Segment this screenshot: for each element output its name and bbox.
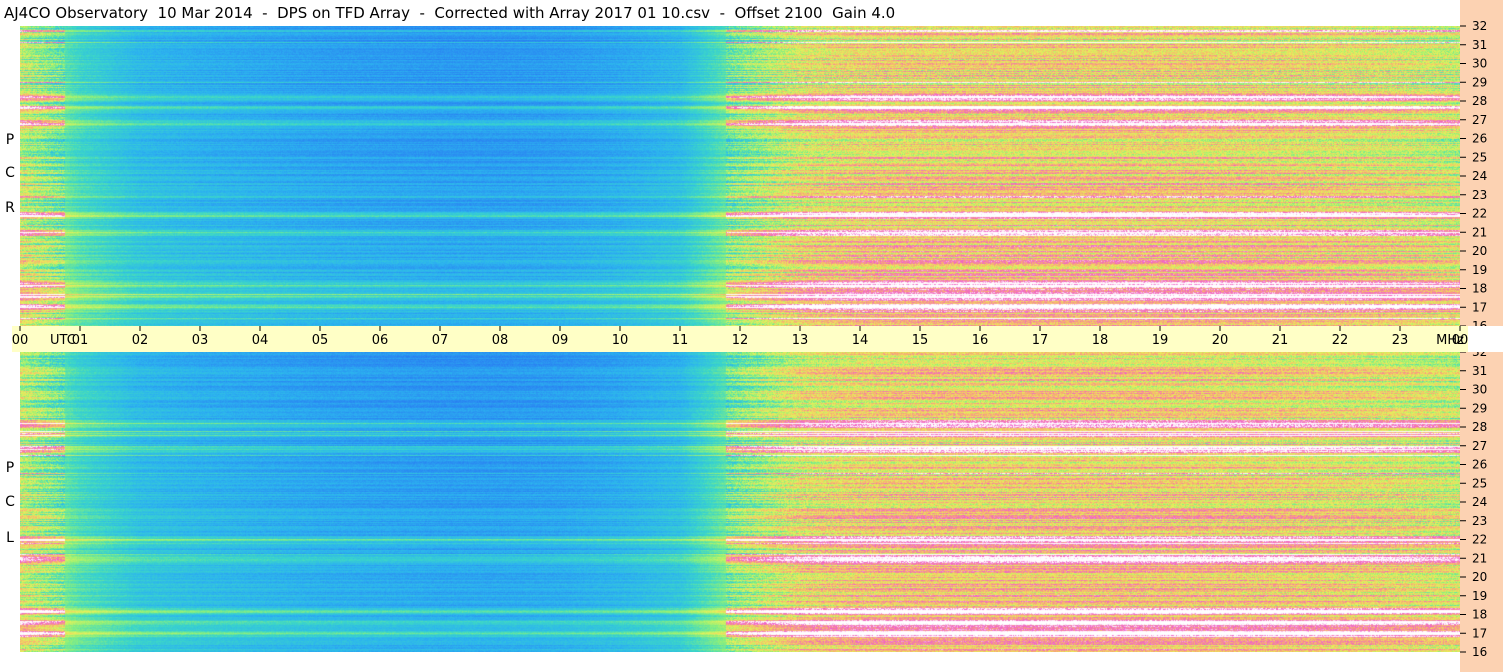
lcp-freq-label-16: 16 — [1472, 645, 1487, 659]
lcp-freq-label-25: 25 — [1472, 476, 1487, 490]
rcp-freq-label-29: 29 — [1472, 75, 1487, 89]
utc-tick-label-5: 05 — [312, 333, 329, 348]
rcp-label: R C P — [0, 120, 20, 230]
utc-tick-label-11: 11 — [672, 333, 689, 348]
rcp-freq-label-23: 23 — [1472, 188, 1487, 202]
utc-unit-label: UTC — [50, 333, 76, 348]
utc-tick-label-10: 10 — [612, 333, 629, 348]
utc-tick-label-0: 00 — [12, 333, 28, 348]
rcp-heatmap — [20, 26, 1460, 326]
lcp-freq-label-23: 23 — [1472, 514, 1487, 528]
rcp-frequency-axis: 32 31 30 29 28 27 26 25 24 23 22 21 20 19 18 17 16 — [1460, 0, 1503, 326]
lcp-label-p: P — [5, 460, 15, 476]
lcp-freq-label-20: 20 — [1472, 570, 1487, 584]
rcp-freq-label-17: 17 — [1472, 300, 1487, 314]
rcp-freq-label-18: 18 — [1472, 282, 1487, 296]
lcp-freq-label-27: 27 — [1472, 439, 1487, 453]
rcp-freq-label-24: 24 — [1472, 169, 1487, 183]
lcp-frequency-axis: 32 31 30 29 28 27 26 25 24 23 22 21 20 19 18 17 16 — [1460, 352, 1503, 672]
rcp-freq-label-31: 31 — [1472, 38, 1487, 52]
utc-tick-label-8: 08 — [492, 333, 509, 348]
lcp-spectrogram — [20, 352, 1460, 652]
utc-tick-label-6: 06 — [372, 333, 389, 348]
utc-tick-label-22: 22 — [1332, 333, 1349, 348]
utc-time-axis: 00 01 02 03 04 05 06 07 08 09 10 11 12 13 14 15 16 17 18 19… — [12, 326, 1468, 352]
rcp-freq-label-25: 25 — [1472, 150, 1487, 164]
lcp-freq-label-19: 19 — [1472, 589, 1487, 603]
utc-tick-label-21: 21 — [1272, 333, 1289, 348]
rcp-frequency-tick-layer: 32 31 30 29 28 27 26 25 24 23 22 21 20 19 18 17 16 — [1460, 19, 1487, 326]
rcp-freq-label-30: 30 — [1472, 57, 1487, 71]
frequency-unit-label: MHz — [1436, 333, 1464, 348]
utc-tick-layer: 00 01 02 03 04 05 06 07 08 09 10 11 12 13 14 15 16 17 18 19… — [12, 326, 1468, 348]
lcp-label-c: C — [5, 494, 15, 510]
rcp-spectrogram — [20, 26, 1460, 326]
utc-tick-label-13: 13 — [792, 333, 809, 348]
rcp-label-r: R — [5, 200, 15, 216]
utc-tick-label-12: 12 — [732, 333, 749, 348]
utc-tick-label-14: 14 — [852, 333, 869, 348]
lcp-freq-label-30: 30 — [1472, 383, 1487, 397]
utc-tick-label-9: 09 — [552, 333, 569, 348]
utc-tick-label-18: 18 — [1092, 333, 1109, 348]
rcp-freq-label-28: 28 — [1472, 94, 1487, 108]
rcp-freq-label-26: 26 — [1472, 132, 1487, 146]
rcp-freq-label-16: 16 — [1472, 319, 1487, 326]
lcp-label: L C P — [0, 456, 20, 566]
utc-tick-label-16: 16 — [972, 333, 989, 348]
lcp-freq-label-18: 18 — [1472, 608, 1487, 622]
utc-tick-label-20: 20 — [1212, 333, 1229, 348]
utc-tick-label-4: 04 — [252, 333, 269, 348]
utc-tick-label-3: 03 — [192, 333, 209, 348]
utc-tick-label-17: 17 — [1032, 333, 1049, 348]
rcp-freq-label-21: 21 — [1472, 225, 1487, 239]
lcp-freq-label-21: 21 — [1472, 551, 1487, 565]
rcp-freq-label-19: 19 — [1472, 263, 1487, 277]
lcp-heatmap — [20, 352, 1460, 652]
rcp-freq-label-32: 32 — [1472, 19, 1487, 33]
rcp-label-p: P — [5, 132, 15, 148]
utc-tick-label-23: 23 — [1392, 333, 1409, 348]
lcp-freq-label-28: 28 — [1472, 420, 1487, 434]
utc-tick-label-2: 02 — [132, 333, 149, 348]
lcp-freq-label-26: 26 — [1472, 458, 1487, 472]
lcp-freq-label-31: 31 — [1472, 364, 1487, 378]
rcp-freq-label-27: 27 — [1472, 113, 1487, 127]
lcp-freq-label-24: 24 — [1472, 495, 1487, 509]
lcp-freq-label-32: 32 — [1472, 352, 1487, 359]
lcp-label-l: L — [6, 530, 14, 546]
lcp-frequency-tick-layer: 32 31 30 29 28 27 26 25 24 23 22 21 20 19 18 17 16 — [1460, 352, 1487, 659]
lcp-freq-label-29: 29 — [1472, 401, 1487, 415]
utc-tick-label-15: 15 — [912, 333, 929, 348]
lcp-freq-label-17: 17 — [1472, 626, 1487, 640]
rcp-freq-label-22: 22 — [1472, 207, 1487, 221]
lcp-freq-label-22: 22 — [1472, 533, 1487, 547]
utc-tick-label-7: 07 — [432, 333, 449, 348]
rcp-freq-label-20: 20 — [1472, 244, 1487, 258]
rcp-label-c: C — [5, 165, 15, 181]
utc-tick-label-19: 19 — [1152, 333, 1169, 348]
chart-title: AJ4CO Observatory 10 Mar 2014 - DPS on T… — [4, 4, 896, 22]
